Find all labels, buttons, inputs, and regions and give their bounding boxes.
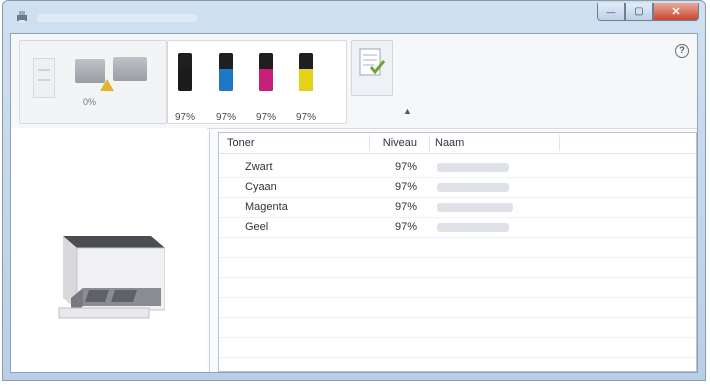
toner-model-name-blurred — [437, 203, 513, 212]
empty-row — [219, 337, 696, 358]
paper-sheet-icon — [33, 58, 55, 98]
printer-app-icon — [17, 11, 27, 23]
toner-yellow-icon — [299, 53, 313, 91]
toner-model-name-blurred — [437, 183, 509, 192]
maximize-icon: ▢ — [634, 6, 644, 17]
table-row[interactable]: Geel 97% — [219, 217, 696, 238]
toner-name-cell: Magenta — [245, 201, 288, 213]
client-area: 0% 97% 97% 97% 97% ▲ ? Toner Niveau Naam… — [10, 33, 698, 373]
help-icon[interactable]: ? — [675, 44, 689, 58]
empty-row — [219, 297, 696, 318]
toner-cyan-percent: 97% — [215, 112, 236, 123]
toner-model-name-blurred — [437, 223, 509, 232]
toner-name-cell: Cyaan — [245, 181, 277, 193]
table-row[interactable]: Zwart 97% — [219, 157, 696, 178]
toner-cyan-icon — [219, 53, 233, 91]
warning-icon — [100, 79, 114, 91]
table-header: Toner Niveau Naam — [219, 133, 696, 154]
toner-level-cell: 97% — [394, 161, 417, 173]
window-title-blurred — [37, 14, 197, 22]
status-toolbar: 0% 97% 97% 97% 97% ▲ ? — [11, 34, 697, 129]
table-row[interactable]: Cyaan 97% — [219, 177, 696, 198]
table-row[interactable]: Magenta 97% — [219, 197, 696, 218]
empty-row — [219, 277, 696, 298]
toner-level-cell: 97% — [394, 201, 417, 213]
maximize-button[interactable]: ▢ — [625, 3, 653, 21]
paper-status-group[interactable]: 0% — [19, 40, 167, 124]
toner-name-cell: Geel — [245, 221, 269, 233]
print-jobs-button[interactable] — [351, 40, 393, 96]
title-bar[interactable]: — ▢ ✕ — [3, 1, 705, 33]
empty-row — [219, 317, 696, 338]
minimize-button[interactable]: — — [597, 3, 625, 21]
toner-model-name-blurred — [437, 163, 509, 172]
toner-magenta-percent: 97% — [255, 112, 276, 123]
print-jobs-icon — [359, 48, 386, 76]
toner-yellow-percent: 97% — [295, 112, 316, 123]
toner-name-cell: Zwart — [245, 161, 273, 173]
toner-level-cell: 97% — [394, 181, 417, 193]
pane-divider[interactable] — [209, 130, 210, 372]
paper-tray-2-icon — [113, 57, 147, 81]
column-separator[interactable] — [429, 135, 430, 151]
status-monitor-window: — ▢ ✕ 0% 97% 97% 97% 97% ▲ ? Toner Nivea… — [2, 0, 706, 381]
close-icon: ✕ — [671, 6, 681, 18]
paper-tray-percent: 0% — [83, 97, 97, 107]
printer-icon — [58, 236, 165, 319]
column-header-toner[interactable]: Toner — [227, 133, 255, 153]
column-header-niveau[interactable]: Niveau — [369, 133, 417, 153]
empty-row — [219, 237, 696, 258]
empty-row — [219, 257, 696, 278]
close-button[interactable]: ✕ — [653, 3, 699, 21]
printer-image-pane — [11, 128, 207, 372]
column-header-naam[interactable]: Naam — [435, 133, 464, 153]
toner-magenta-icon — [259, 53, 273, 91]
toner-status-group[interactable]: 97% 97% 97% 97% — [167, 40, 347, 124]
toner-table: Toner Niveau Naam Zwart 97% Cyaan 97% Ma… — [218, 132, 697, 372]
column-separator[interactable] — [559, 135, 560, 151]
toner-level-cell: 97% — [394, 221, 417, 233]
collapse-chevron-icon[interactable]: ▲ — [403, 106, 412, 116]
minimize-icon: — — [606, 6, 616, 17]
toner-black-icon — [178, 53, 192, 91]
toner-black-percent: 97% — [174, 112, 195, 123]
